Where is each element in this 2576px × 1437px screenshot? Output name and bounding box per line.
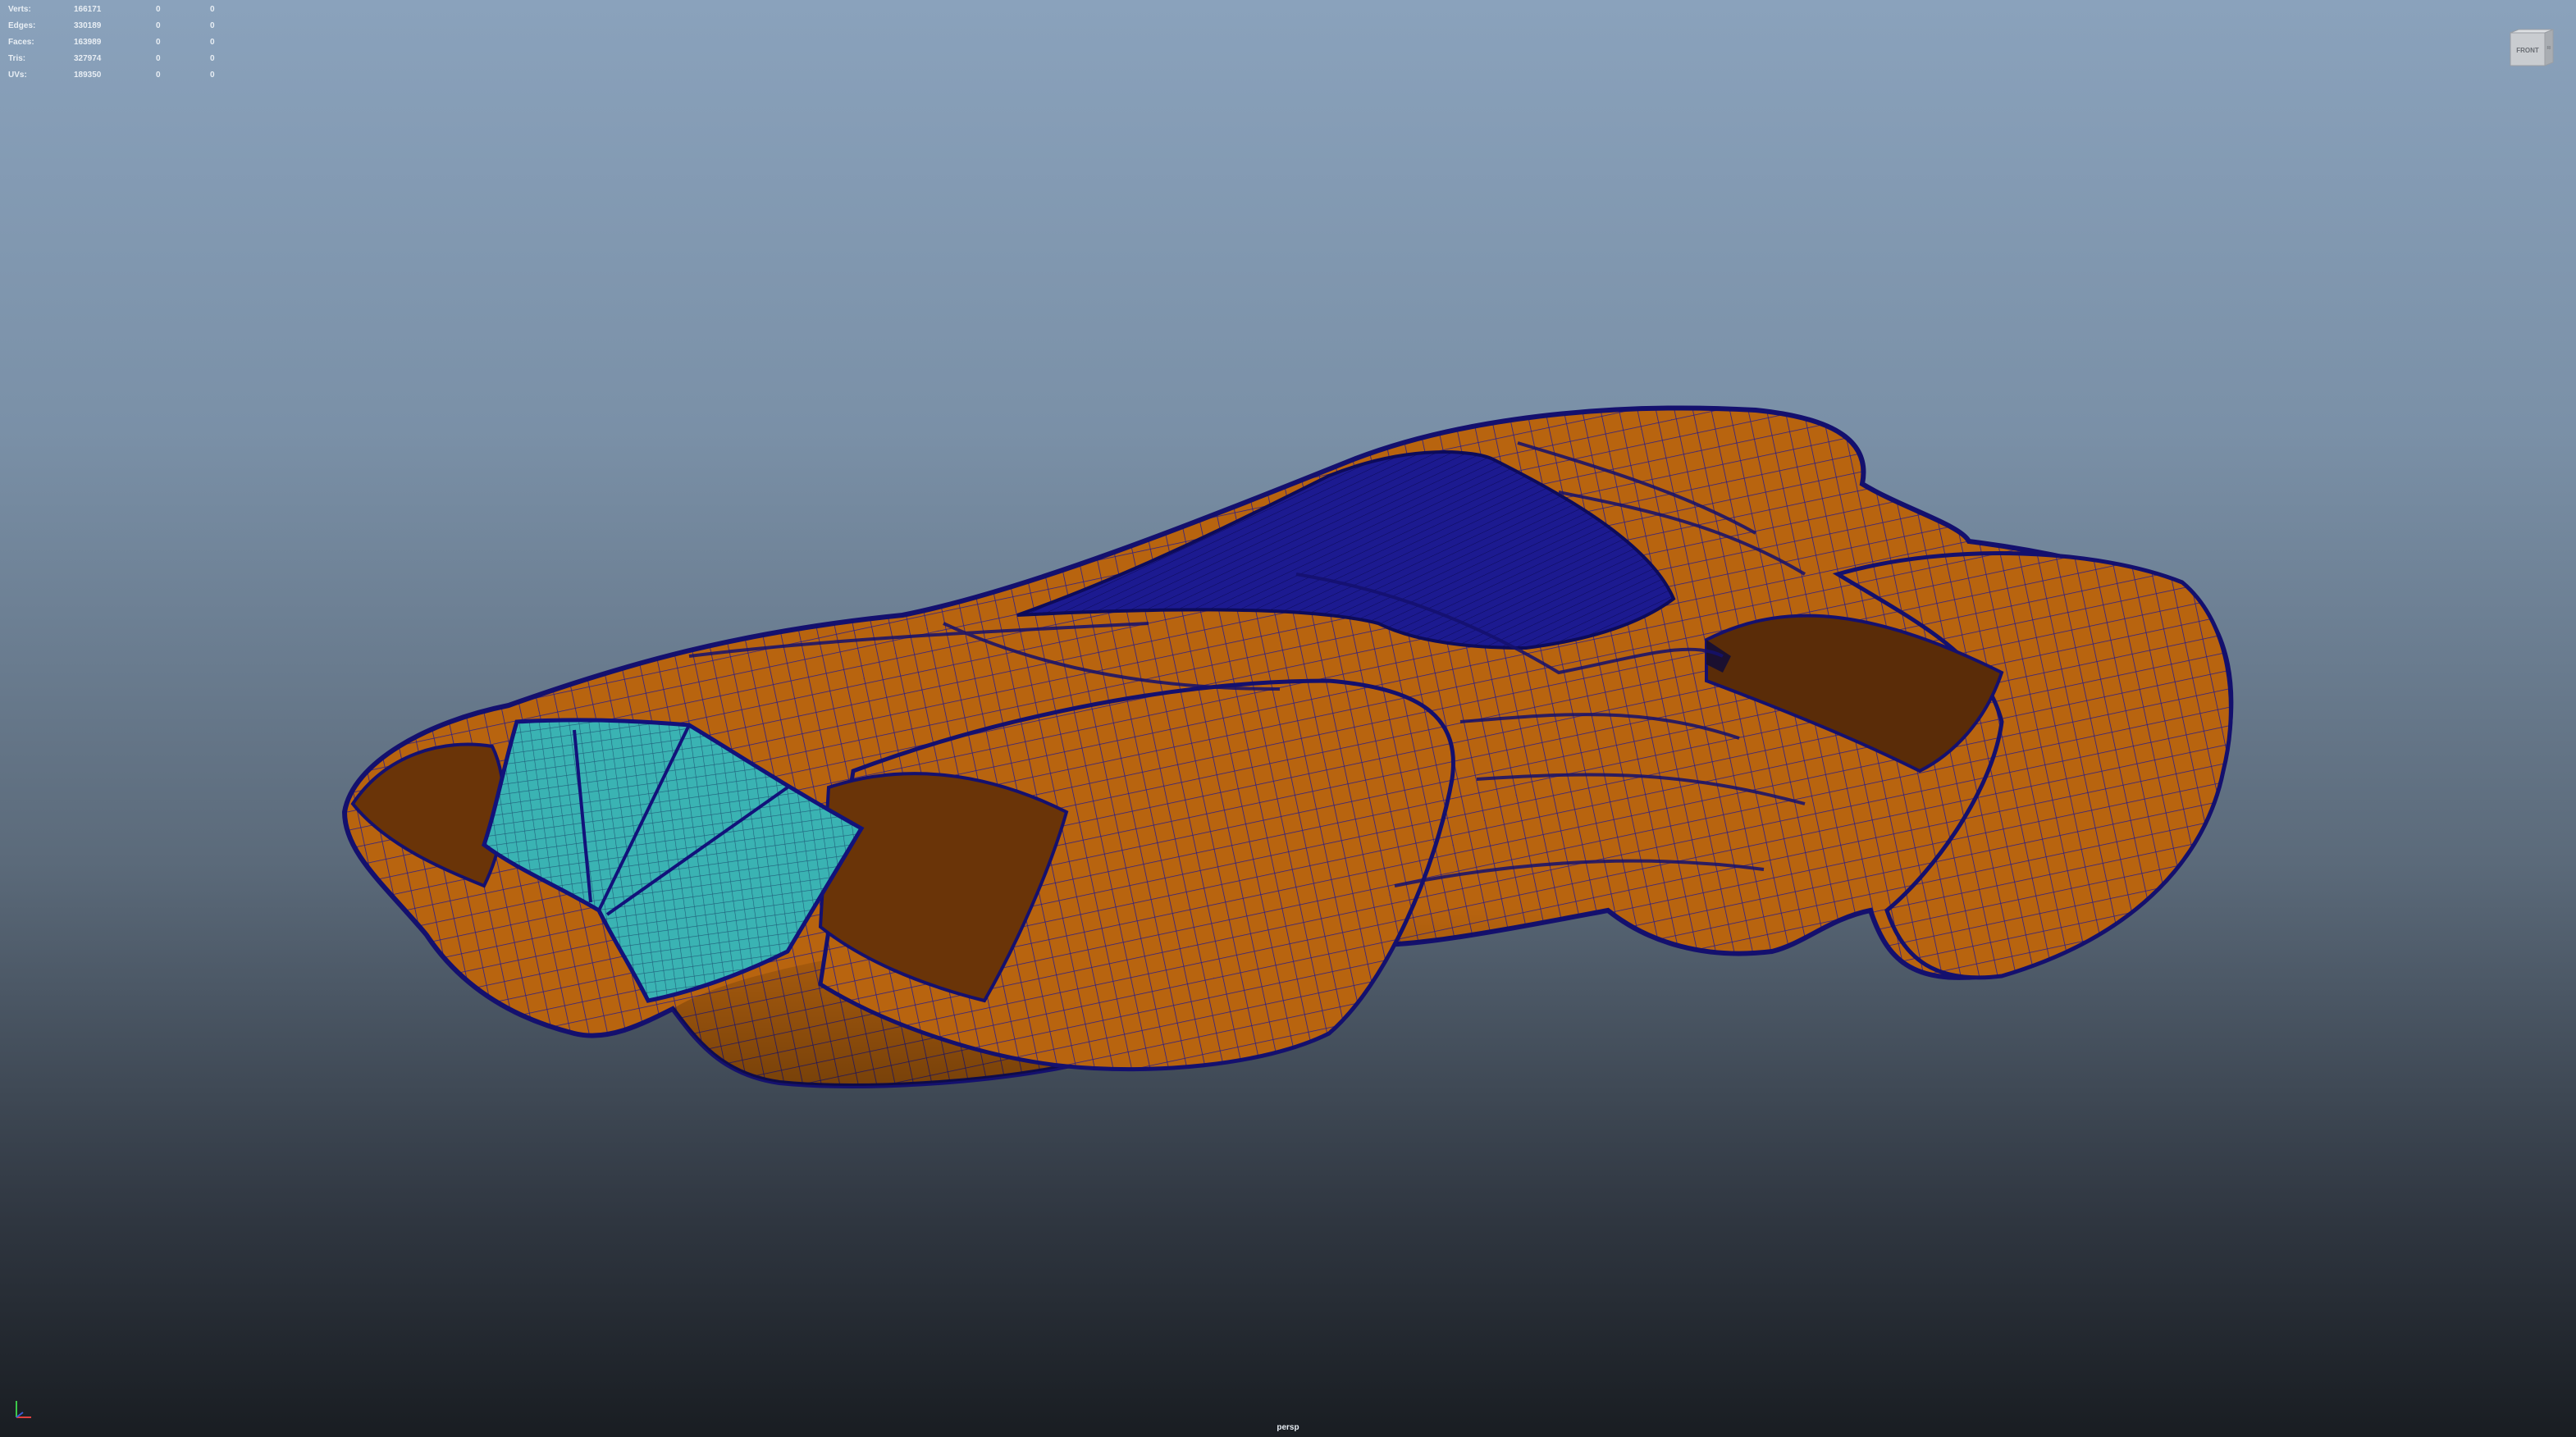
hud-value: 0	[210, 38, 215, 47]
viewcube-front-label: FRONT	[2516, 47, 2539, 54]
hud-label: UVs:	[8, 71, 27, 80]
hud-label: Tris:	[8, 54, 26, 63]
viewcube-side-label: RI	[2547, 46, 2551, 51]
hud-value: 0	[156, 71, 161, 80]
hud-value: 0	[156, 38, 161, 47]
hud-value: 189350	[74, 71, 102, 80]
hud-row-verts: Verts: 166171 0 0	[8, 2, 243, 18]
hud-row-tris: Tris: 327974 0 0	[8, 51, 243, 67]
hud-value: 0	[156, 54, 161, 63]
hud-label: Faces:	[8, 38, 34, 47]
camera-name-label: persp	[1277, 1423, 1299, 1432]
hud-row-faces: Faces: 163989 0 0	[8, 34, 243, 51]
hud-label: Edges:	[8, 21, 36, 30]
hud-value: 163989	[74, 38, 102, 47]
hud-value: 0	[210, 71, 215, 80]
hud-value: 0	[156, 5, 161, 14]
hud-value: 166171	[74, 5, 102, 14]
hud-label: Verts:	[8, 5, 31, 14]
hud-value: 330189	[74, 21, 102, 30]
spaceship-mesh[interactable]	[0, 0, 2576, 1437]
view-cube[interactable]: FRONT RI	[2509, 28, 2555, 67]
hud-value: 0	[156, 21, 161, 30]
hud-row-uvs: UVs: 189350 0 0	[8, 67, 243, 84]
hud-value: 0	[210, 21, 215, 30]
hud-row-edges: Edges: 330189 0 0	[8, 18, 243, 34]
hud-value: 0	[210, 5, 215, 14]
hud-value: 0	[210, 54, 215, 63]
perspective-viewport[interactable]: Verts: 166171 0 0 Edges: 330189 0 0 Face…	[0, 0, 2576, 1437]
hud-value: 327974	[74, 54, 102, 63]
axis-gizmo-icon	[16, 1401, 31, 1418]
poly-count-hud: Verts: 166171 0 0 Edges: 330189 0 0 Face…	[8, 2, 243, 84]
